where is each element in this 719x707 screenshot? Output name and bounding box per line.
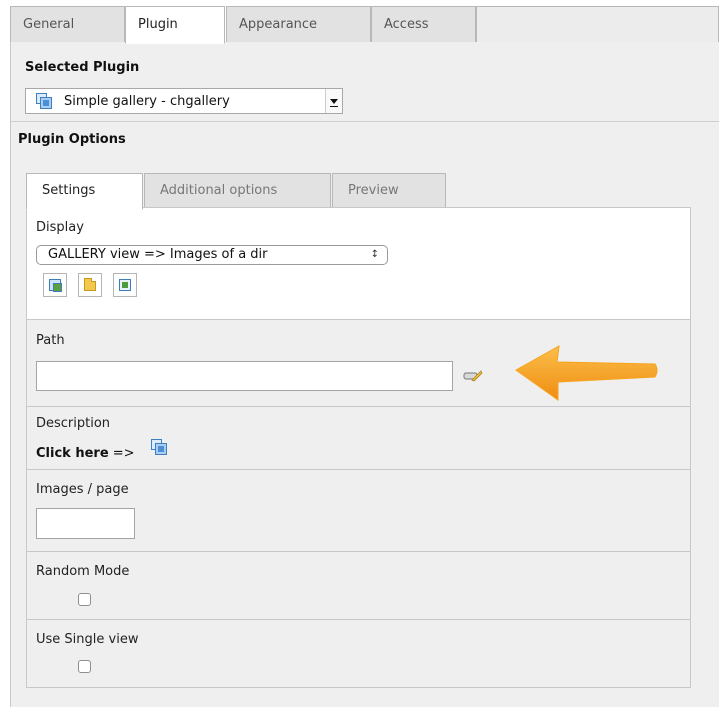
description-link[interactable]: Click here => <box>36 446 135 461</box>
folder-button[interactable] <box>78 273 102 297</box>
path-input[interactable] <box>36 361 453 391</box>
plugin-options-heading: Plugin Options <box>18 132 126 147</box>
path-label: Path <box>36 333 65 348</box>
updown-icon: ↕ <box>370 249 379 260</box>
tab-appearance[interactable]: Appearance <box>226 6 371 43</box>
plugin-select[interactable]: Simple gallery - chgallery <box>25 88 343 114</box>
chevron-down-icon[interactable] <box>325 89 342 113</box>
tab-preview[interactable]: Preview <box>332 173 446 208</box>
plugin-editor: General Plugin Appearance Access Selecte… <box>10 0 719 707</box>
tab-access[interactable]: Access <box>371 6 476 43</box>
random-mode-label: Random Mode <box>36 564 130 579</box>
gallery-button[interactable] <box>43 273 67 297</box>
image-icon <box>119 279 131 291</box>
pencil-wizard-icon[interactable] <box>463 370 483 382</box>
folder-icon <box>84 278 96 291</box>
divider <box>11 121 719 122</box>
gallery-icon <box>49 279 62 292</box>
single-view-checkbox[interactable] <box>78 660 91 673</box>
tab-general[interactable]: General <box>10 6 125 43</box>
gallery-icon[interactable] <box>151 439 167 455</box>
images-per-page-label: Images / page <box>36 482 129 497</box>
images-per-page-section: Images / page <box>27 470 690 552</box>
orange-arrow-annotation <box>515 345 658 401</box>
single-view-label: Use Single view <box>36 632 139 647</box>
display-section: Display GALLERY view => Images of a dir … <box>27 208 690 320</box>
description-label: Description <box>36 416 111 431</box>
selected-plugin-heading: Selected Plugin <box>25 60 140 75</box>
display-label: Display <box>36 220 84 235</box>
tab-plugin[interactable]: Plugin <box>125 6 225 44</box>
random-mode-section: Random Mode <box>27 552 690 620</box>
images-per-page-input[interactable] <box>36 508 135 539</box>
display-select[interactable]: GALLERY view => Images of a dir ↕ <box>36 245 388 265</box>
single-view-section: Use Single view <box>27 620 690 688</box>
tab-bar-filler <box>476 6 719 43</box>
plugin-select-value: Simple gallery - chgallery <box>64 94 230 109</box>
description-section: Description Click here => <box>27 407 690 470</box>
random-mode-checkbox[interactable] <box>78 593 91 606</box>
display-select-value: GALLERY view => Images of a dir <box>48 247 268 262</box>
settings-form: Display GALLERY view => Images of a dir … <box>26 207 691 688</box>
click-here-text: Click here <box>36 446 109 461</box>
tab-settings[interactable]: Settings <box>26 173 143 210</box>
tab-additional-options[interactable]: Additional options <box>144 173 331 208</box>
click-here-arrow: => <box>112 446 135 461</box>
gallery-icon <box>36 93 52 109</box>
image-button[interactable] <box>113 273 137 297</box>
top-tab-bar: General Plugin Appearance Access <box>10 6 719 44</box>
